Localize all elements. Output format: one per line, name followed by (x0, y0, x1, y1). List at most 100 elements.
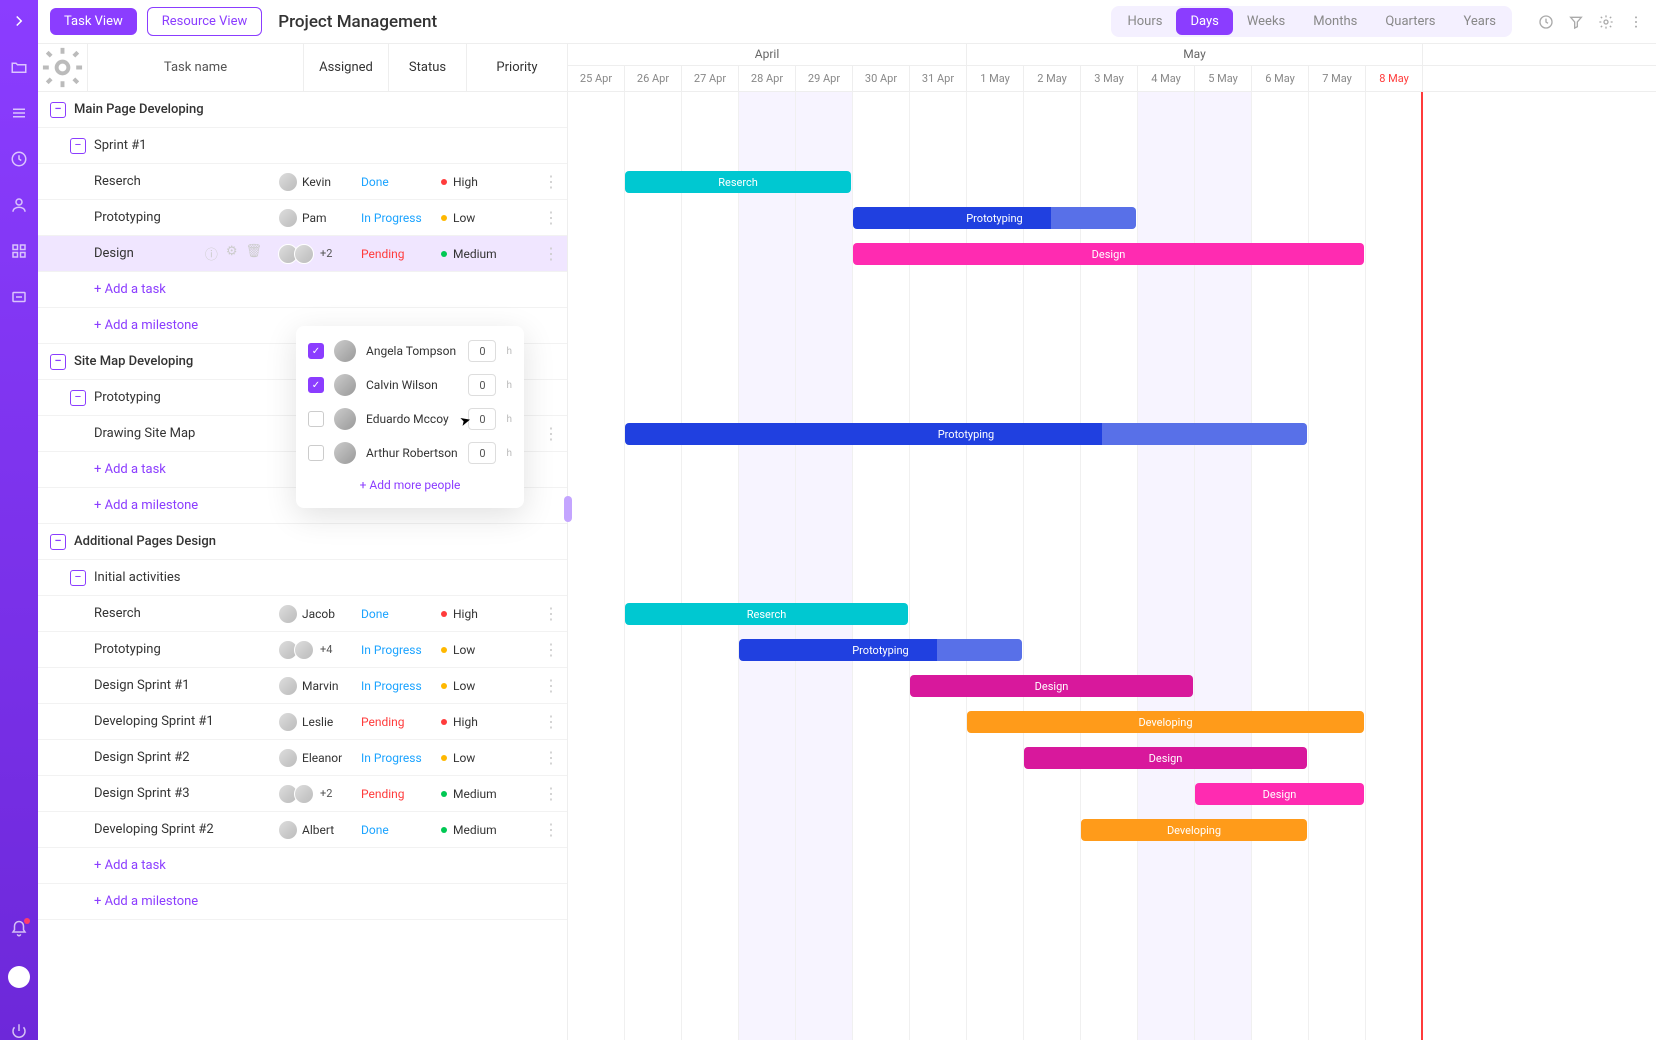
priority-cell[interactable]: Low (435, 751, 535, 765)
row-task[interactable]: Prototyping+4In ProgressLow⋮ (38, 632, 567, 668)
info-icon[interactable]: ⓘ (205, 244, 218, 263)
gantt-bar[interactable]: Prototyping (625, 423, 1307, 445)
gantt-bar[interactable]: Design (853, 243, 1364, 265)
row-menu-icon[interactable]: ⋮ (535, 208, 567, 227)
row-menu-icon[interactable]: ⋮ (535, 784, 567, 803)
assigned-cell[interactable]: Jacob (272, 604, 357, 624)
status-cell[interactable]: Done (357, 823, 435, 837)
row-menu-icon[interactable]: ⋮ (535, 244, 567, 263)
assigned-cell[interactable]: Pam (272, 208, 357, 228)
power-icon[interactable] (10, 1022, 28, 1040)
row-task[interactable]: Designⓘ⚙🗑+2PendingMedium⋮ (38, 236, 567, 272)
status-cell[interactable]: In Progress (357, 679, 435, 693)
assigned-cell[interactable]: Eleanor (272, 748, 357, 768)
assignee-option[interactable]: ✓Angela Tompsonh (296, 334, 524, 368)
priority-cell[interactable]: High (435, 607, 535, 621)
row-add[interactable]: + Add a task (38, 272, 567, 308)
gantt-bar[interactable]: Prototyping (853, 207, 1136, 229)
gantt-bar[interactable]: Reserch (625, 603, 908, 625)
row-task[interactable]: Design Sprint #3+2PendingMedium⋮ (38, 776, 567, 812)
row-add[interactable]: + Add a milestone (38, 884, 567, 920)
zoom-months[interactable]: Months (1299, 8, 1371, 35)
gear-icon[interactable]: ⚙ (226, 244, 238, 263)
collapse-icon[interactable]: − (70, 570, 86, 586)
row-task[interactable]: PrototypingPamIn ProgressLow⋮ (38, 200, 567, 236)
task-view-button[interactable]: Task View (50, 8, 137, 35)
status-cell[interactable]: Done (357, 175, 435, 189)
grid-icon[interactable] (10, 242, 28, 260)
row-task[interactable]: ReserchJacobDoneHigh⋮ (38, 596, 567, 632)
assignee-option[interactable]: Eduardo Mccoyh (296, 402, 524, 436)
status-cell[interactable]: Pending (357, 247, 435, 261)
status-cell[interactable]: Done (357, 607, 435, 621)
row-menu-icon[interactable]: ⋮ (535, 640, 567, 659)
priority-cell[interactable]: High (435, 715, 535, 729)
status-cell[interactable]: In Progress (357, 751, 435, 765)
row-task[interactable]: ReserchKevinDoneHigh⋮ (38, 164, 567, 200)
row-sub[interactable]: −Initial activities (38, 560, 567, 596)
collapse-icon[interactable]: − (50, 534, 66, 550)
priority-cell[interactable]: High (435, 175, 535, 189)
zoom-weeks[interactable]: Weeks (1233, 8, 1299, 35)
checkbox[interactable]: ✓ (308, 343, 324, 359)
panel-resize-handle[interactable] (564, 496, 572, 522)
resource-view-button[interactable]: Resource View (147, 7, 263, 36)
row-menu-icon[interactable]: ⋮ (535, 748, 567, 767)
zoom-hours[interactable]: Hours (1113, 8, 1176, 35)
row-menu-icon[interactable]: ⋮ (535, 712, 567, 731)
priority-cell[interactable]: Low (435, 211, 535, 225)
assignee-option[interactable]: Arthur Robertsonh (296, 436, 524, 470)
assigned-cell[interactable]: +2 (272, 784, 357, 804)
gear-icon[interactable] (1598, 14, 1614, 30)
zoom-days[interactable]: Days (1176, 8, 1232, 35)
gantt-bar[interactable]: Prototyping (739, 639, 1022, 661)
gantt-bar[interactable]: Design (910, 675, 1193, 697)
status-cell[interactable]: Pending (357, 715, 435, 729)
row-add[interactable]: + Add a task (38, 848, 567, 884)
status-cell[interactable]: In Progress (357, 211, 435, 225)
history-icon[interactable] (1538, 14, 1554, 30)
gantt-area[interactable]: ReserchPrototypingDesignPrototypingReser… (568, 92, 1656, 1040)
row-menu-icon[interactable]: ⋮ (535, 172, 567, 191)
row-task[interactable]: Developing Sprint #1LesliePendingHigh⋮ (38, 704, 567, 740)
priority-cell[interactable]: Low (435, 643, 535, 657)
row-task[interactable]: Developing Sprint #2AlbertDoneMedium⋮ (38, 812, 567, 848)
hours-input[interactable] (468, 340, 496, 362)
status-cell[interactable]: Pending (357, 787, 435, 801)
assigned-cell[interactable]: +4 (272, 640, 357, 660)
priority-cell[interactable]: Low (435, 679, 535, 693)
filter-icon[interactable] (1568, 14, 1584, 30)
priority-cell[interactable]: Medium (435, 247, 535, 261)
zoom-years[interactable]: Years (1450, 8, 1510, 35)
row-menu-icon[interactable]: ⋮ (535, 676, 567, 695)
priority-cell[interactable]: Medium (435, 823, 535, 837)
trash-icon[interactable]: 🗑 (245, 244, 262, 263)
row-group[interactable]: −Main Page Developing (38, 92, 567, 128)
checkbox[interactable] (308, 411, 324, 427)
list-icon[interactable] (10, 104, 28, 122)
column-settings-icon[interactable] (38, 44, 88, 91)
hours-input[interactable] (468, 442, 496, 464)
bell-icon[interactable] (10, 920, 28, 938)
zoom-quarters[interactable]: Quarters (1371, 8, 1449, 35)
column-header-task[interactable]: Task name (88, 44, 304, 91)
row-group[interactable]: −Additional Pages Design (38, 524, 567, 560)
add-more-people[interactable]: + Add more people (296, 470, 524, 500)
row-sub[interactable]: −Sprint #1 (38, 128, 567, 164)
checkbox[interactable]: ✓ (308, 377, 324, 393)
assigned-cell[interactable]: +2 (272, 244, 357, 264)
assignee-option[interactable]: ✓Calvin Wilsonh (296, 368, 524, 402)
status-cell[interactable]: In Progress (357, 643, 435, 657)
collapse-icon[interactable]: − (50, 102, 66, 118)
column-header-assigned[interactable]: Assigned (304, 44, 389, 91)
assigned-cell[interactable]: Leslie (272, 712, 357, 732)
hours-input[interactable] (468, 374, 496, 396)
current-user-avatar[interactable] (8, 966, 30, 988)
row-menu-icon[interactable]: ⋮ (535, 604, 567, 623)
card-icon[interactable] (10, 288, 28, 306)
checkbox[interactable] (308, 445, 324, 461)
gantt-bar[interactable]: Developing (1081, 819, 1307, 841)
column-header-status[interactable]: Status (389, 44, 467, 91)
row-task[interactable]: Design Sprint #1MarvinIn ProgressLow⋮ (38, 668, 567, 704)
chevron-right-icon[interactable] (10, 12, 28, 30)
